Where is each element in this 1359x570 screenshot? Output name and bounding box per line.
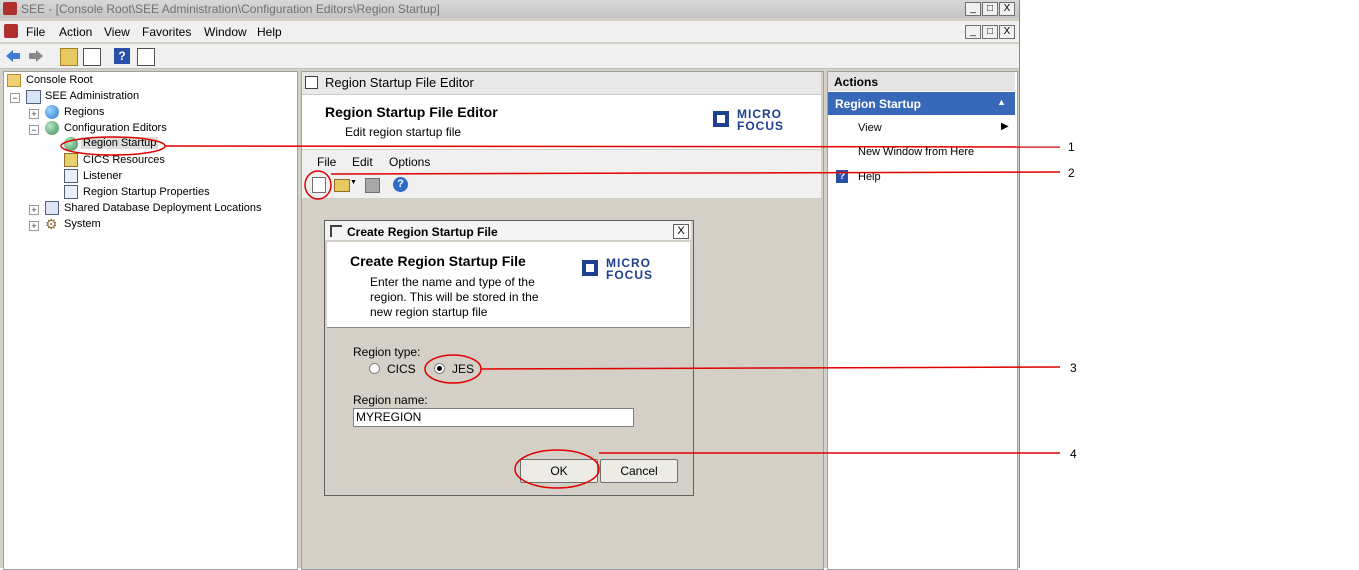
annotation-line-3: [480, 366, 1061, 370]
annotation-line-1: [164, 145, 1061, 148]
annotation-label-3: 3: [1070, 361, 1077, 375]
annotation-circle-2: [304, 170, 332, 200]
annotation-label-4: 4: [1070, 447, 1077, 461]
annotation-line-2: [330, 171, 1061, 175]
annotation-label-1: 1: [1068, 140, 1075, 154]
annotation-circle-3: [424, 354, 482, 384]
annotation-overlay: [60, 136, 1061, 489]
annotation-circle-1: [60, 136, 166, 156]
annotation-circle-4: [514, 449, 600, 489]
annotation-label-2: 2: [1068, 166, 1075, 180]
